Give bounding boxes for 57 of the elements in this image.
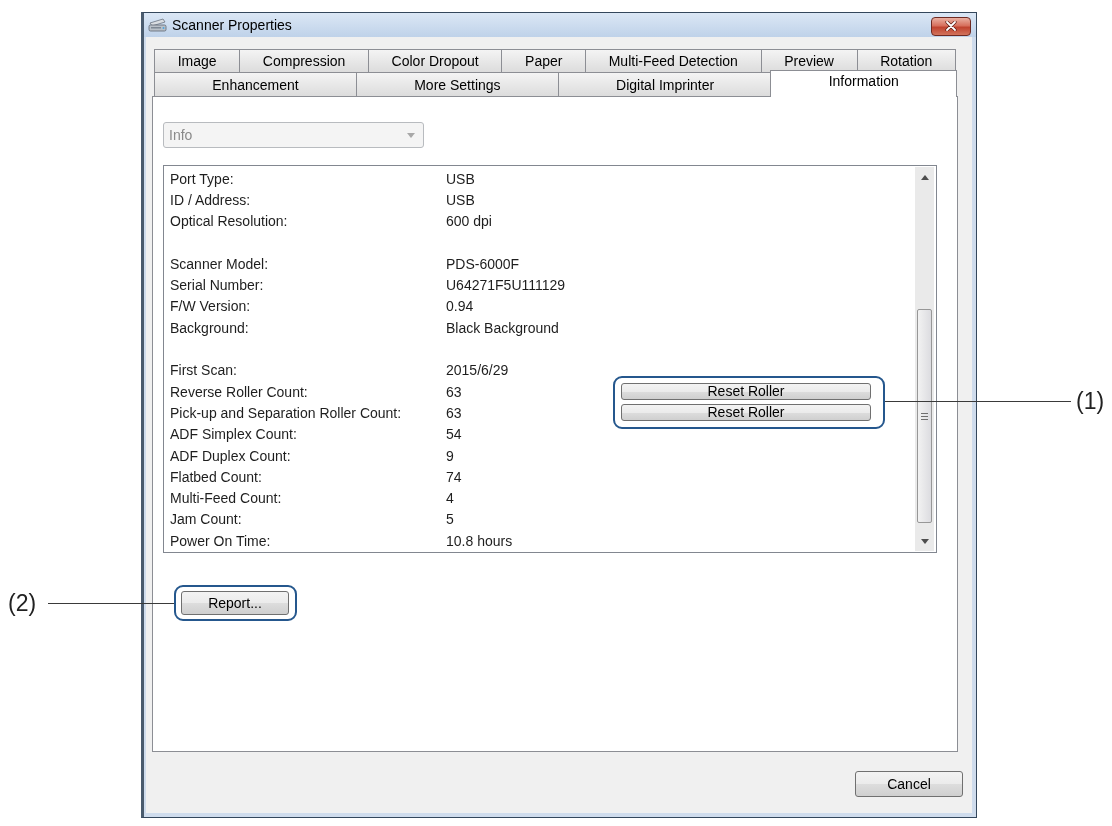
field-label: Scanner Model: [170, 255, 269, 272]
close-icon [945, 21, 957, 31]
close-button[interactable] [931, 16, 971, 36]
caret-icon [407, 132, 415, 138]
tab[interactable]: Paper [501, 49, 587, 72]
field-value: 54 [446, 426, 462, 443]
callout-label: (2) [8, 590, 37, 616]
field-label: Background: [170, 319, 249, 336]
tab[interactable]: Preview [760, 49, 858, 72]
tab[interactable]: Color Dropout [367, 49, 503, 72]
tab[interactable]: Compression [239, 49, 369, 72]
up-arrow-icon[interactable] [920, 175, 929, 180]
field-value: USB [446, 191, 475, 208]
field-value: 10.8 hours [446, 532, 513, 549]
tab[interactable]: Multi-Feed Detection [585, 49, 762, 72]
field-label: Jam Count: [170, 511, 242, 528]
field-label: Multi-Feed Count: [170, 490, 282, 507]
reset-roller-button[interactable]: Reset Roller [621, 404, 871, 422]
field-value: 5 [446, 511, 454, 528]
field-value: U64271F5U111129 [446, 277, 566, 294]
field-label: Power On Time: [170, 532, 271, 549]
scanner-icon [148, 17, 167, 33]
tab[interactable]: Enhancement [154, 72, 357, 96]
field-value: 74 [446, 468, 462, 485]
field-label: First Scan: [170, 362, 237, 379]
field-value: 9 [446, 447, 454, 464]
field-value: 63 [446, 404, 462, 421]
field-value: 63 [446, 383, 462, 400]
field-label: Pick-up and Separation Roller Count: [170, 404, 402, 421]
field-label: Optical Resolution: [170, 213, 288, 230]
field-label: Port Type: [170, 170, 234, 187]
reset-roller-button[interactable]: Reset Roller [621, 383, 871, 401]
field-label: F/W Version: [170, 298, 251, 315]
scroll-thumb[interactable] [917, 309, 932, 523]
field-value: Black Background [446, 319, 559, 336]
tab[interactable]: Information [770, 70, 957, 97]
down-arrow-icon[interactable] [920, 539, 929, 544]
cancel-button[interactable]: Cancel [855, 771, 963, 797]
field-value: 2015/6/29 [446, 362, 509, 379]
tab[interactable]: Image [154, 49, 241, 72]
tab[interactable]: More Settings [355, 72, 559, 96]
callout-label: (1) [1076, 388, 1105, 414]
field-label: Flatbed Count: [170, 468, 262, 485]
field-value: USB [446, 170, 475, 187]
field-label: ID / Address: [170, 191, 251, 208]
grip-icon [921, 412, 928, 420]
field-label: ADF Duplex Count: [170, 447, 291, 464]
field-label: Reverse Roller Count: [170, 383, 308, 400]
field-value: 4 [446, 490, 454, 507]
window-title: Scanner Properties [172, 17, 292, 33]
field-value: 600 dpi [446, 213, 492, 230]
field-label: Serial Number: [170, 277, 264, 294]
tab[interactable]: Digital Imprinter [557, 72, 773, 96]
field-label: ADF Simplex Count: [170, 426, 297, 443]
field-value: PDS-6000F [446, 255, 520, 272]
field-value: 0.94 [446, 298, 474, 315]
report-button[interactable]: Report... [181, 591, 289, 615]
